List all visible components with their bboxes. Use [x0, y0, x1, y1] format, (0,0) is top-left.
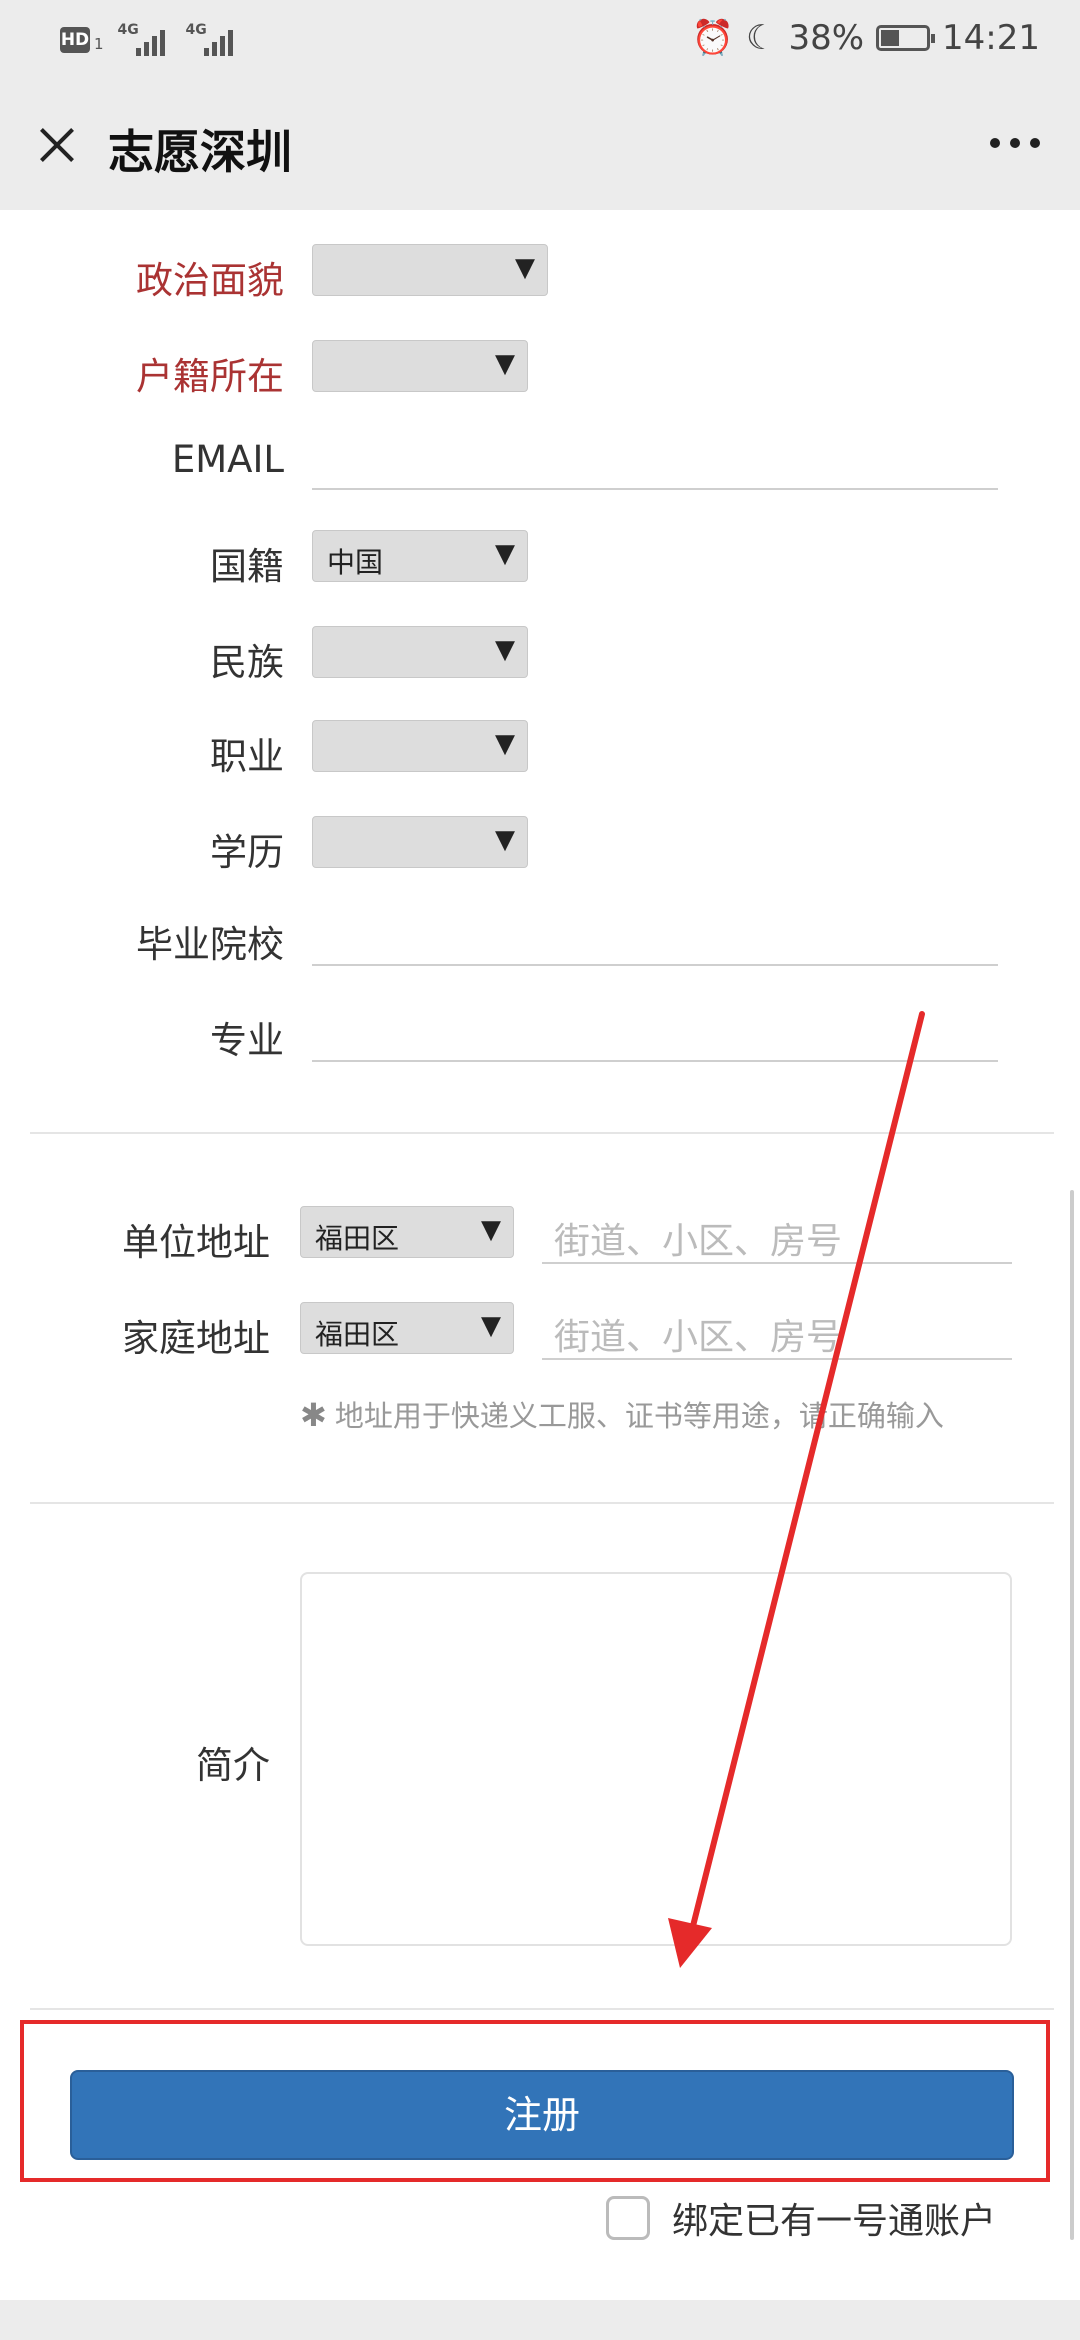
major-label: 专业	[210, 1019, 284, 1062]
asterisk-icon: ✱	[300, 1396, 327, 1434]
school-field[interactable]	[312, 904, 998, 966]
dropdown-arrow-icon: ▼	[495, 539, 515, 569]
signal-icon-2: 4G	[186, 22, 240, 58]
section-divider	[30, 1132, 1054, 1134]
close-icon[interactable]	[30, 120, 80, 170]
sim-number: 1	[94, 35, 104, 53]
work-street-placeholder: 街道、小区、房号	[554, 1221, 843, 1262]
dropdown-arrow-icon: ▼	[495, 349, 515, 379]
education-row: 学历 ▼	[0, 812, 1080, 876]
political-label: 政治面貌	[136, 259, 284, 302]
section-divider	[30, 2008, 1054, 2010]
alarm-icon: ⏰	[691, 18, 734, 58]
major-field[interactable]	[312, 1000, 998, 1062]
household-label: 户籍所在	[136, 355, 284, 398]
dropdown-arrow-icon: ▼	[481, 1215, 501, 1245]
political-select[interactable]: ▼	[312, 244, 548, 296]
intro-label: 简介	[196, 1744, 270, 1787]
home-district-select[interactable]: 福田区 ▼	[300, 1302, 514, 1354]
battery-percent: 38%	[788, 18, 865, 58]
more-options-icon[interactable]	[990, 138, 1040, 148]
status-left: HD 1 4G 4G	[60, 22, 240, 58]
school-label: 毕业院校	[136, 923, 284, 966]
dropdown-arrow-icon: ▼	[481, 1311, 501, 1341]
dropdown-arrow-icon: ▼	[495, 635, 515, 665]
dropdown-arrow-icon: ▼	[495, 729, 515, 759]
home-address-row: 家庭地址 福田区 ▼ 街道、小区、房号	[0, 1298, 1080, 1362]
school-row: 毕业院校	[0, 904, 1080, 968]
major-row: 专业	[0, 1000, 1080, 1064]
bind-account-checkbox[interactable]	[606, 2196, 650, 2240]
moon-icon: ☾	[745, 18, 777, 58]
occupation-label: 职业	[210, 735, 284, 778]
bind-account-label: 绑定已有一号通账户	[672, 2201, 997, 2242]
ethnicity-label: 民族	[210, 641, 284, 684]
education-label: 学历	[210, 831, 284, 874]
page-title: 志愿深圳	[108, 125, 292, 179]
household-row: 户籍所在 ▼	[0, 336, 1080, 400]
work-address-row: 单位地址 福田区 ▼ 街道、小区、房号	[0, 1202, 1080, 1266]
email-label: EMAIL	[171, 438, 284, 481]
work-street-input[interactable]: 街道、小区、房号	[542, 1202, 1012, 1264]
battery-icon	[876, 25, 936, 51]
address-note-text: 地址用于快递义工服、证书等用途，请正确输入	[334, 1399, 944, 1433]
dropdown-arrow-icon: ▼	[495, 825, 515, 855]
intro-textarea[interactable]	[300, 1572, 1012, 1946]
title-bar: 志愿深圳	[0, 80, 1080, 210]
register-button[interactable]: 注册	[70, 2070, 1014, 2160]
ethnicity-row: 民族 ▼	[0, 622, 1080, 686]
home-street-placeholder: 街道、小区、房号	[554, 1317, 843, 1358]
section-divider	[30, 1502, 1054, 1504]
nationality-row: 国籍 中国 ▼	[0, 526, 1080, 590]
clock: 14:21	[942, 18, 1040, 58]
occupation-select[interactable]: ▼	[312, 720, 528, 772]
home-street-input[interactable]: 街道、小区、房号	[542, 1298, 1012, 1360]
work-district-select[interactable]: 福田区 ▼	[300, 1206, 514, 1258]
ethnicity-select[interactable]: ▼	[312, 626, 528, 678]
nationality-label: 国籍	[210, 545, 284, 588]
education-select[interactable]: ▼	[312, 816, 528, 868]
home-address-label: 家庭地址	[122, 1317, 270, 1360]
status-right: ⏰ ☾ 38% 14:21	[692, 18, 1040, 58]
political-row: 政治面貌 ▼	[0, 240, 1080, 304]
nationality-value: 中国	[327, 546, 384, 579]
signal-icon: 4G	[118, 22, 172, 58]
bind-account-row: 绑定已有一号通账户	[606, 2192, 996, 2244]
dropdown-arrow-icon: ▼	[515, 253, 535, 283]
scrollbar[interactable]	[1070, 1190, 1074, 2240]
occupation-row: 职业 ▼	[0, 716, 1080, 780]
hd-icon: HD	[60, 27, 90, 53]
nationality-select[interactable]: 中国 ▼	[312, 530, 528, 582]
status-bar: HD 1 4G 4G ⏰ ☾ 38% 14:21	[0, 0, 1080, 80]
address-note: ✱ 地址用于快递义工服、证书等用途，请正确输入	[300, 1393, 944, 1435]
household-select[interactable]: ▼	[312, 340, 528, 392]
work-address-label: 单位地址	[122, 1221, 270, 1264]
email-field[interactable]	[312, 428, 998, 490]
email-row: EMAIL	[0, 428, 1080, 492]
